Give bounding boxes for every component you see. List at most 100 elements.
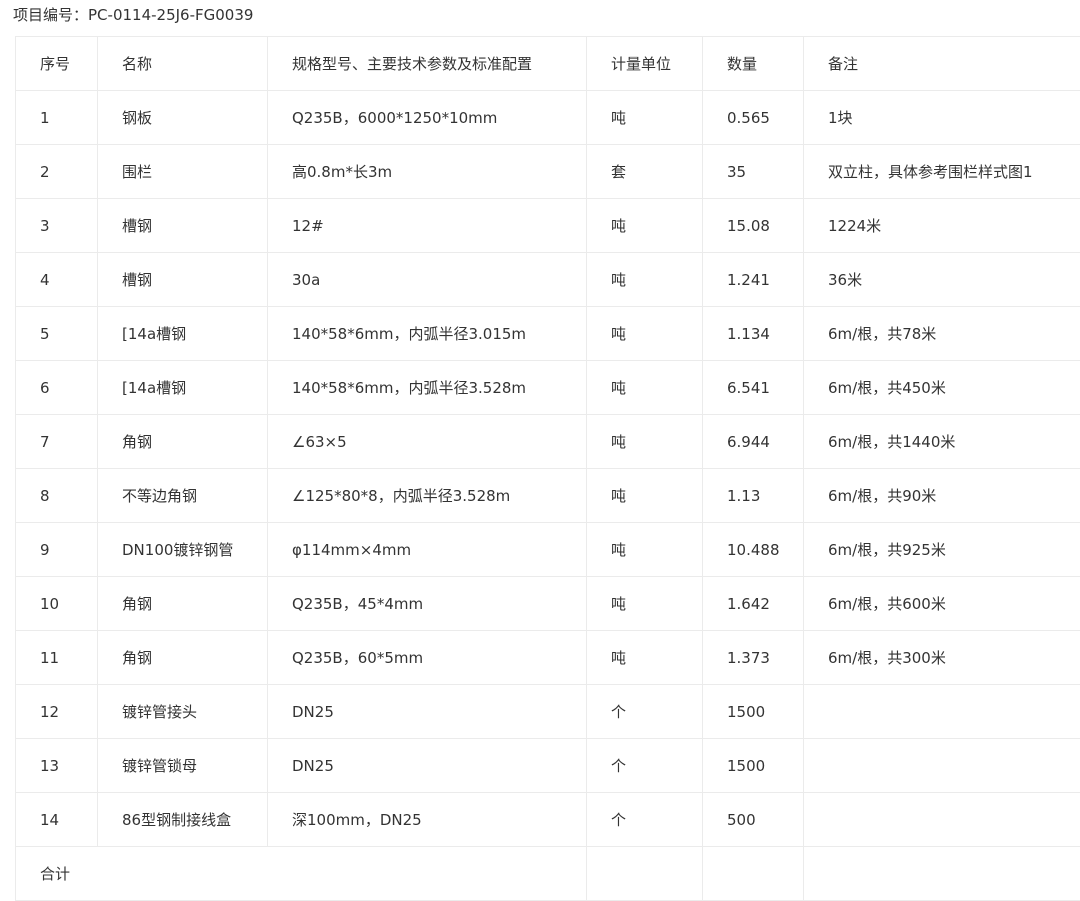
cell-unit: 个 xyxy=(587,685,703,739)
cell-quantity: 1.13 xyxy=(703,469,804,523)
cell-quantity: 1.241 xyxy=(703,253,804,307)
cell-quantity: 1.373 xyxy=(703,631,804,685)
cell-remark: 6m/根，共1440米 xyxy=(804,415,1080,469)
table-row: 1486型钢制接线盒深100mm，DN25个500 xyxy=(16,793,1080,847)
cell-name: 槽钢 xyxy=(98,253,268,307)
header-index: 序号 xyxy=(16,37,98,91)
cell-remark: 6m/根，共78米 xyxy=(804,307,1080,361)
cell-remark: 6m/根，共450米 xyxy=(804,361,1080,415)
cell-name: DN100镀锌钢管 xyxy=(98,523,268,577)
cell-index: 14 xyxy=(16,793,98,847)
cell-remark xyxy=(804,739,1080,793)
table-row: 9DN100镀锌钢管φ114mm×4mm吨10.4886m/根，共925米 xyxy=(16,523,1080,577)
cell-unit: 吨 xyxy=(587,415,703,469)
cell-name: [14a槽钢 xyxy=(98,361,268,415)
total-remark-cell xyxy=(804,847,1080,901)
cell-quantity: 15.08 xyxy=(703,199,804,253)
cell-spec: 深100mm，DN25 xyxy=(268,793,587,847)
cell-index: 6 xyxy=(16,361,98,415)
total-label: 合计 xyxy=(16,847,587,901)
cell-index: 3 xyxy=(16,199,98,253)
cell-unit: 吨 xyxy=(587,253,703,307)
table-row: 12镀锌管接头DN25个1500 xyxy=(16,685,1080,739)
cell-index: 10 xyxy=(16,577,98,631)
project-number-label: 项目编号： xyxy=(13,6,88,24)
cell-index: 4 xyxy=(16,253,98,307)
cell-spec: Q235B，6000*1250*10mm xyxy=(268,91,587,145)
cell-name: 角钢 xyxy=(98,415,268,469)
cell-unit: 吨 xyxy=(587,523,703,577)
total-row: 合计 xyxy=(16,847,1080,901)
cell-spec: 30a xyxy=(268,253,587,307)
cell-unit: 吨 xyxy=(587,631,703,685)
cell-spec: 高0.8m*长3m xyxy=(268,145,587,199)
cell-name: 镀锌管接头 xyxy=(98,685,268,739)
cell-index: 5 xyxy=(16,307,98,361)
cell-name: 角钢 xyxy=(98,577,268,631)
cell-name: 钢板 xyxy=(98,91,268,145)
table-row: 1钢板Q235B，6000*1250*10mm吨0.5651块 xyxy=(16,91,1080,145)
cell-remark: 1块 xyxy=(804,91,1080,145)
project-number-value: PC-0114-25J6-FG0039 xyxy=(88,6,253,24)
cell-quantity: 10.488 xyxy=(703,523,804,577)
cell-name: 不等边角钢 xyxy=(98,469,268,523)
cell-index: 1 xyxy=(16,91,98,145)
materials-table-container: 序号 名称 规格型号、主要技术参数及标准配置 计量单位 数量 备注 1钢板Q23… xyxy=(15,36,1080,901)
cell-unit: 吨 xyxy=(587,469,703,523)
header-quantity: 数量 xyxy=(703,37,804,91)
cell-spec: ∠125*80*8，内弧半径3.528m xyxy=(268,469,587,523)
cell-spec: DN25 xyxy=(268,739,587,793)
cell-name: 86型钢制接线盒 xyxy=(98,793,268,847)
table-row: 2围栏高0.8m*长3m套35双立柱，具体参考围栏样式图1 xyxy=(16,145,1080,199)
cell-index: 2 xyxy=(16,145,98,199)
table-row: 5[14a槽钢140*58*6mm，内弧半径3.015m吨1.1346m/根，共… xyxy=(16,307,1080,361)
cell-quantity: 35 xyxy=(703,145,804,199)
cell-quantity: 6.944 xyxy=(703,415,804,469)
header-spec: 规格型号、主要技术参数及标准配置 xyxy=(268,37,587,91)
cell-remark: 双立柱，具体参考围栏样式图1 xyxy=(804,145,1080,199)
cell-remark: 36米 xyxy=(804,253,1080,307)
cell-name: 角钢 xyxy=(98,631,268,685)
cell-spec: DN25 xyxy=(268,685,587,739)
cell-index: 8 xyxy=(16,469,98,523)
cell-unit: 吨 xyxy=(587,361,703,415)
cell-spec: Q235B，45*4mm xyxy=(268,577,587,631)
cell-name: 围栏 xyxy=(98,145,268,199)
cell-index: 12 xyxy=(16,685,98,739)
cell-quantity: 6.541 xyxy=(703,361,804,415)
table-row: 7角钢∠63×5吨6.9446m/根，共1440米 xyxy=(16,415,1080,469)
cell-name: 镀锌管锁母 xyxy=(98,739,268,793)
cell-remark xyxy=(804,685,1080,739)
table-row: 13镀锌管锁母DN25个1500 xyxy=(16,739,1080,793)
materials-table: 序号 名称 规格型号、主要技术参数及标准配置 计量单位 数量 备注 1钢板Q23… xyxy=(15,36,1080,901)
cell-remark: 6m/根，共925米 xyxy=(804,523,1080,577)
total-quantity-cell xyxy=(703,847,804,901)
cell-remark: 6m/根，共300米 xyxy=(804,631,1080,685)
cell-unit: 个 xyxy=(587,739,703,793)
cell-unit: 吨 xyxy=(587,577,703,631)
cell-unit: 吨 xyxy=(587,307,703,361)
cell-name: [14a槽钢 xyxy=(98,307,268,361)
cell-index: 11 xyxy=(16,631,98,685)
cell-quantity: 1500 xyxy=(703,739,804,793)
cell-remark xyxy=(804,793,1080,847)
cell-quantity: 500 xyxy=(703,793,804,847)
cell-quantity: 1.642 xyxy=(703,577,804,631)
project-number: 项目编号：PC-0114-25J6-FG0039 xyxy=(13,4,253,26)
cell-unit: 吨 xyxy=(587,199,703,253)
table-footer: 合计 xyxy=(16,847,1080,901)
total-unit-cell xyxy=(587,847,703,901)
cell-name: 槽钢 xyxy=(98,199,268,253)
header-remark: 备注 xyxy=(804,37,1080,91)
cell-unit: 吨 xyxy=(587,91,703,145)
cell-quantity: 0.565 xyxy=(703,91,804,145)
cell-remark: 6m/根，共600米 xyxy=(804,577,1080,631)
cell-remark: 6m/根，共90米 xyxy=(804,469,1080,523)
cell-spec: 140*58*6mm，内弧半径3.528m xyxy=(268,361,587,415)
cell-spec: Q235B，60*5mm xyxy=(268,631,587,685)
header-row: 序号 名称 规格型号、主要技术参数及标准配置 计量单位 数量 备注 xyxy=(16,37,1080,91)
table-body: 1钢板Q235B，6000*1250*10mm吨0.5651块2围栏高0.8m*… xyxy=(16,91,1080,847)
cell-spec: 12# xyxy=(268,199,587,253)
cell-index: 7 xyxy=(16,415,98,469)
header-unit: 计量单位 xyxy=(587,37,703,91)
